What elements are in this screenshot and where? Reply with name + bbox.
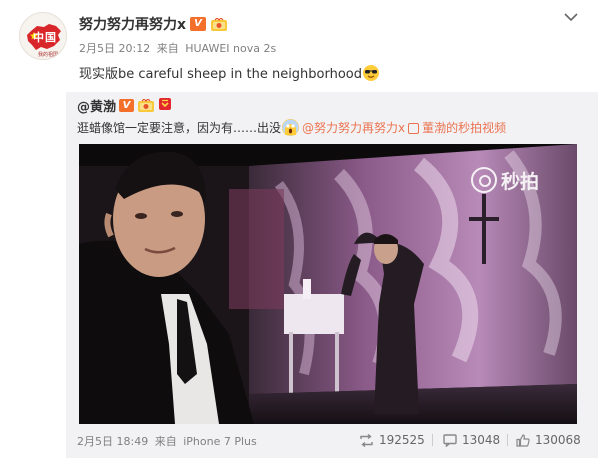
miaopai-logo-icon: [471, 167, 497, 193]
thumbs-up-icon: [516, 433, 530, 447]
vip-badge-icon[interactable]: V: [190, 17, 207, 31]
repost-icon: [360, 433, 373, 447]
like-count: 130068: [535, 433, 581, 447]
weibo-post: 中国 我的祖国 努力努力再努力x V 2月5日 20:12 来自 HUAWEI …: [0, 0, 598, 458]
post-meta: 2月5日 20:12 来自 HUAWEI nova 2s: [79, 40, 279, 56]
medal-icon[interactable]: [210, 17, 228, 31]
action-divider: [432, 434, 433, 446]
original-post-device[interactable]: iPhone 7 Plus: [183, 435, 257, 448]
video-link-icon[interactable]: [408, 122, 420, 134]
comment-button[interactable]: 13048: [443, 431, 500, 449]
action-divider: [507, 434, 508, 446]
mention-link[interactable]: @努力努力再努力x: [302, 119, 405, 136]
original-post-meta: 2月5日 18:49 来自 iPhone 7 Plus: [77, 433, 260, 449]
avatar[interactable]: 中国 我的祖国: [19, 12, 67, 60]
original-text-content: 逛蜡像馆一定要注意，因为有……出没: [77, 120, 282, 135]
chevron-down-icon[interactable]: [563, 10, 579, 24]
original-post-date[interactable]: 2月5日 18:49: [77, 435, 148, 448]
original-post-text: 逛蜡像馆一定要注意，因为有……出没 @努力努力再努力x 董渤的秒拍视频: [77, 118, 506, 136]
author-name[interactable]: 努力努力再努力x: [79, 14, 186, 34]
from-label: 来自: [156, 42, 179, 55]
red-badge-icon[interactable]: [158, 96, 172, 115]
comment-count: 13048: [462, 433, 501, 447]
post-device[interactable]: HUAWEI nova 2s: [185, 42, 276, 55]
comment-icon: [443, 433, 457, 447]
sunglasses-emoji-icon: [363, 64, 380, 81]
medal-icon[interactable]: [137, 98, 155, 112]
scream-emoji-icon: [282, 118, 300, 136]
original-author-row: @黄渤 V: [77, 96, 172, 115]
repost-count: 192525: [379, 433, 425, 447]
avatar-small-text: 我的祖国: [38, 52, 59, 58]
post-date[interactable]: 2月5日 20:12: [79, 42, 150, 55]
like-button[interactable]: 130068: [516, 431, 581, 449]
original-author-name[interactable]: @黄渤: [77, 96, 116, 115]
watermark-text: 秒拍: [501, 170, 540, 193]
post-text: 现实版be careful sheep in the neighborhood: [79, 63, 380, 82]
video-watermark: 秒拍: [471, 165, 539, 195]
repost-button[interactable]: 192525: [359, 431, 425, 449]
post-text-content: 现实版be careful sheep in the neighborhood: [79, 67, 363, 82]
avatar-text: 中国: [33, 31, 57, 44]
video-link[interactable]: 董渤的秒拍视频: [422, 119, 506, 136]
vip-badge-icon[interactable]: V: [119, 98, 135, 112]
author-row: 努力努力再努力x V: [79, 14, 228, 34]
original-from-label: 来自: [154, 435, 177, 448]
